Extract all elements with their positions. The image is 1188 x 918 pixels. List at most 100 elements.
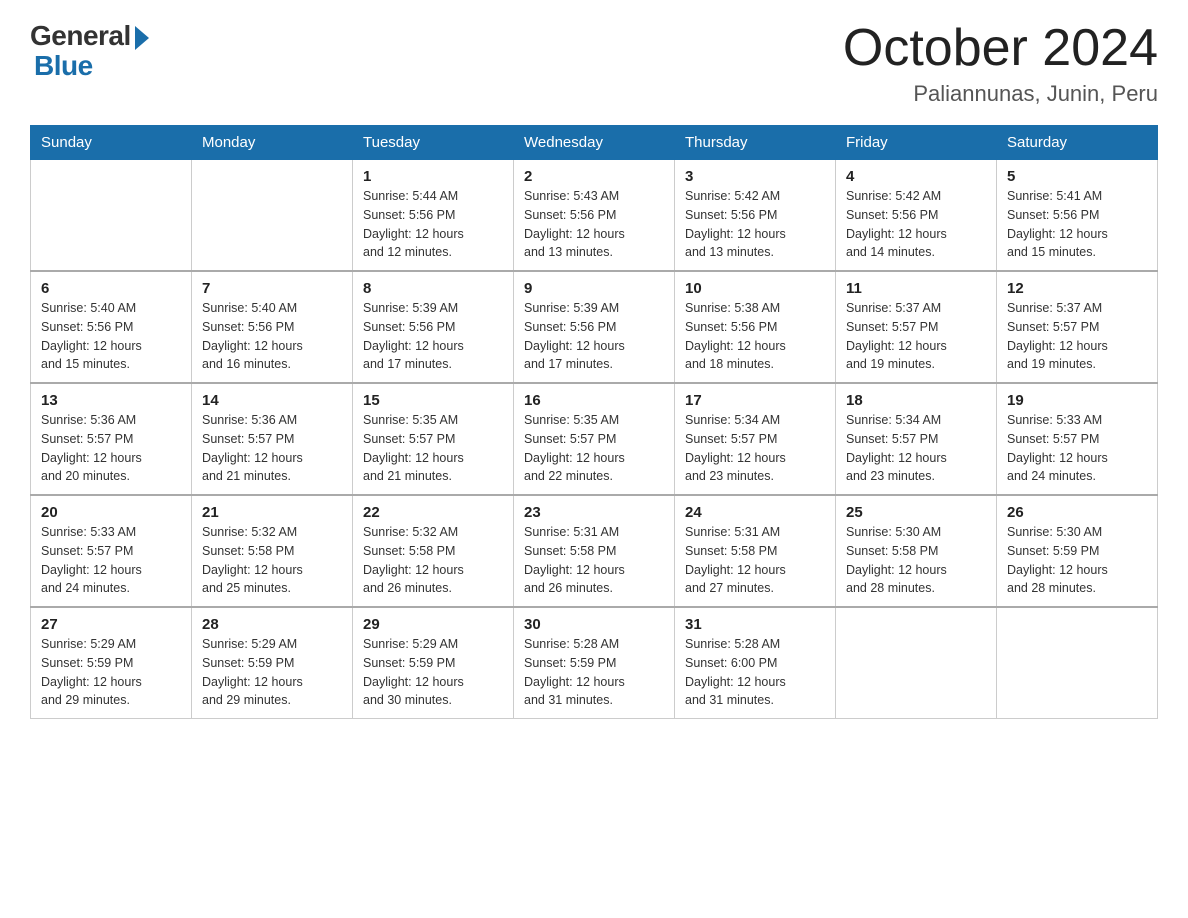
day-number: 11 bbox=[846, 280, 986, 297]
title-block: October 2024 Paliannunas, Junin, Peru bbox=[843, 20, 1158, 107]
day-number: 19 bbox=[1007, 392, 1147, 409]
day-number: 12 bbox=[1007, 280, 1147, 297]
calendar-cell: 8Sunrise: 5:39 AM Sunset: 5:56 PM Daylig… bbox=[353, 271, 514, 383]
calendar-title: October 2024 bbox=[843, 20, 1158, 77]
calendar-week-row: 1 Sunrise: 5:44 AM Sunset: 5:56 PM Daylig… bbox=[31, 160, 1158, 272]
day-number: 5 bbox=[1007, 168, 1147, 185]
day-info: Sunrise: 5:37 AM Sunset: 5:57 PM Dayligh… bbox=[1007, 299, 1147, 374]
day-info: Sunrise: 5:43 AM Sunset: 5:56 PM Dayligh… bbox=[524, 187, 664, 262]
calendar-cell: 12 Sunrise: 5:37 AM Sunset: 5:57 PM Dayli… bbox=[997, 271, 1158, 383]
calendar-cell: 2 Sunrise: 5:43 AM Sunset: 5:56 PM Daylig… bbox=[514, 160, 675, 272]
calendar-cell: 5 Sunrise: 5:41 AM Sunset: 5:56 PM Daylig… bbox=[997, 160, 1158, 272]
day-number: 30 bbox=[524, 616, 664, 633]
page-header: General Blue October 2024 Paliannunas, J… bbox=[30, 20, 1158, 107]
day-info: Sunrise: 5:34 AM Sunset: 5:57 PM Dayligh… bbox=[846, 411, 986, 486]
day-info: Sunrise: 5:31 AM Sunset: 5:58 PM Dayligh… bbox=[524, 523, 664, 598]
day-number: 14 bbox=[202, 392, 342, 409]
day-info: Sunrise: 5:41 AM Sunset: 5:56 PM Dayligh… bbox=[1007, 187, 1147, 262]
day-info: Sunrise: 5:29 AM Sunset: 5:59 PM Dayligh… bbox=[41, 635, 181, 710]
day-number: 22 bbox=[363, 504, 503, 521]
calendar-cell: 16 Sunrise: 5:35 AM Sunset: 5:57 PM Dayli… bbox=[514, 383, 675, 495]
calendar-cell: 23 Sunrise: 5:31 AM Sunset: 5:58 PM Dayli… bbox=[514, 495, 675, 607]
logo-arrow-icon bbox=[135, 26, 149, 50]
calendar-cell: 10 Sunrise: 5:38 AM Sunset: 5:56 PM Dayli… bbox=[675, 271, 836, 383]
day-number: 7 bbox=[202, 280, 342, 297]
day-info: Sunrise: 5:29 AM Sunset: 5:59 PM Dayligh… bbox=[202, 635, 342, 710]
day-info: Sunrise: 5:42 AM Sunset: 5:56 PM Dayligh… bbox=[846, 187, 986, 262]
calendar-cell: 27 Sunrise: 5:29 AM Sunset: 5:59 PM Dayli… bbox=[31, 607, 192, 719]
day-info: Sunrise: 5:29 AM Sunset: 5:59 PM Dayligh… bbox=[363, 635, 503, 710]
day-info: Sunrise: 5:35 AM Sunset: 5:57 PM Dayligh… bbox=[524, 411, 664, 486]
calendar-cell: 20 Sunrise: 5:33 AM Sunset: 5:57 PM Dayli… bbox=[31, 495, 192, 607]
day-number: 4 bbox=[846, 168, 986, 185]
day-number: 21 bbox=[202, 504, 342, 521]
calendar-cell: 1 Sunrise: 5:44 AM Sunset: 5:56 PM Daylig… bbox=[353, 160, 514, 272]
day-info: Sunrise: 5:30 AM Sunset: 5:58 PM Dayligh… bbox=[846, 523, 986, 598]
day-info: Sunrise: 5:32 AM Sunset: 5:58 PM Dayligh… bbox=[363, 523, 503, 598]
header-day-monday: Monday bbox=[192, 126, 353, 160]
calendar-cell: 31Sunrise: 5:28 AM Sunset: 6:00 PM Dayli… bbox=[675, 607, 836, 719]
day-info: Sunrise: 5:33 AM Sunset: 5:57 PM Dayligh… bbox=[41, 523, 181, 598]
calendar-cell: 29 Sunrise: 5:29 AM Sunset: 5:59 PM Dayli… bbox=[353, 607, 514, 719]
calendar-cell: 9Sunrise: 5:39 AM Sunset: 5:56 PM Daylig… bbox=[514, 271, 675, 383]
day-number: 2 bbox=[524, 168, 664, 185]
calendar-cell: 7 Sunrise: 5:40 AM Sunset: 5:56 PM Daylig… bbox=[192, 271, 353, 383]
day-info: Sunrise: 5:40 AM Sunset: 5:56 PM Dayligh… bbox=[202, 299, 342, 374]
day-number: 13 bbox=[41, 392, 181, 409]
calendar-cell: 14Sunrise: 5:36 AM Sunset: 5:57 PM Dayli… bbox=[192, 383, 353, 495]
header-day-tuesday: Tuesday bbox=[353, 126, 514, 160]
calendar-cell bbox=[192, 160, 353, 272]
logo-general-text: General bbox=[30, 20, 131, 52]
day-number: 18 bbox=[846, 392, 986, 409]
day-number: 6 bbox=[41, 280, 181, 297]
calendar-cell bbox=[31, 160, 192, 272]
calendar-cell: 25 Sunrise: 5:30 AM Sunset: 5:58 PM Dayli… bbox=[836, 495, 997, 607]
day-number: 25 bbox=[846, 504, 986, 521]
day-number: 9 bbox=[524, 280, 664, 297]
day-info: Sunrise: 5:32 AM Sunset: 5:58 PM Dayligh… bbox=[202, 523, 342, 598]
day-number: 20 bbox=[41, 504, 181, 521]
day-number: 8 bbox=[363, 280, 503, 297]
calendar-cell: 4 Sunrise: 5:42 AM Sunset: 5:56 PM Daylig… bbox=[836, 160, 997, 272]
day-info: Sunrise: 5:38 AM Sunset: 5:56 PM Dayligh… bbox=[685, 299, 825, 374]
calendar-cell: 18 Sunrise: 5:34 AM Sunset: 5:57 PM Dayli… bbox=[836, 383, 997, 495]
calendar-cell: 22 Sunrise: 5:32 AM Sunset: 5:58 PM Dayli… bbox=[353, 495, 514, 607]
day-number: 16 bbox=[524, 392, 664, 409]
day-number: 1 bbox=[363, 168, 503, 185]
calendar-cell: 15Sunrise: 5:35 AM Sunset: 5:57 PM Dayli… bbox=[353, 383, 514, 495]
header-day-wednesday: Wednesday bbox=[514, 126, 675, 160]
calendar-cell: 26Sunrise: 5:30 AM Sunset: 5:59 PM Dayli… bbox=[997, 495, 1158, 607]
day-info: Sunrise: 5:31 AM Sunset: 5:58 PM Dayligh… bbox=[685, 523, 825, 598]
day-number: 17 bbox=[685, 392, 825, 409]
day-number: 15 bbox=[363, 392, 503, 409]
calendar-cell: 17 Sunrise: 5:34 AM Sunset: 5:57 PM Dayli… bbox=[675, 383, 836, 495]
day-info: Sunrise: 5:33 AM Sunset: 5:57 PM Dayligh… bbox=[1007, 411, 1147, 486]
day-number: 23 bbox=[524, 504, 664, 521]
header-day-friday: Friday bbox=[836, 126, 997, 160]
day-number: 27 bbox=[41, 616, 181, 633]
day-info: Sunrise: 5:28 AM Sunset: 6:00 PM Dayligh… bbox=[685, 635, 825, 710]
day-number: 3 bbox=[685, 168, 825, 185]
calendar-cell bbox=[997, 607, 1158, 719]
day-number: 10 bbox=[685, 280, 825, 297]
day-number: 29 bbox=[363, 616, 503, 633]
calendar-cell: 24Sunrise: 5:31 AM Sunset: 5:58 PM Dayli… bbox=[675, 495, 836, 607]
calendar-week-row: 6 Sunrise: 5:40 AM Sunset: 5:56 PM Daylig… bbox=[31, 271, 1158, 383]
calendar-cell: 3 Sunrise: 5:42 AM Sunset: 5:56 PM Daylig… bbox=[675, 160, 836, 272]
day-info: Sunrise: 5:34 AM Sunset: 5:57 PM Dayligh… bbox=[685, 411, 825, 486]
header-day-sunday: Sunday bbox=[31, 126, 192, 160]
day-info: Sunrise: 5:42 AM Sunset: 5:56 PM Dayligh… bbox=[685, 187, 825, 262]
header-day-thursday: Thursday bbox=[675, 126, 836, 160]
day-info: Sunrise: 5:37 AM Sunset: 5:57 PM Dayligh… bbox=[846, 299, 986, 374]
day-info: Sunrise: 5:30 AM Sunset: 5:59 PM Dayligh… bbox=[1007, 523, 1147, 598]
logo-blue-text: Blue bbox=[34, 50, 93, 82]
calendar-cell: 28Sunrise: 5:29 AM Sunset: 5:59 PM Dayli… bbox=[192, 607, 353, 719]
calendar-week-row: 27 Sunrise: 5:29 AM Sunset: 5:59 PM Dayli… bbox=[31, 607, 1158, 719]
logo: General Blue bbox=[30, 20, 149, 82]
calendar-cell: 21 Sunrise: 5:32 AM Sunset: 5:58 PM Dayli… bbox=[192, 495, 353, 607]
calendar-subtitle: Paliannunas, Junin, Peru bbox=[843, 81, 1158, 107]
header-day-saturday: Saturday bbox=[997, 126, 1158, 160]
day-info: Sunrise: 5:44 AM Sunset: 5:56 PM Dayligh… bbox=[363, 187, 503, 262]
day-info: Sunrise: 5:28 AM Sunset: 5:59 PM Dayligh… bbox=[524, 635, 664, 710]
calendar-cell: 19 Sunrise: 5:33 AM Sunset: 5:57 PM Dayli… bbox=[997, 383, 1158, 495]
